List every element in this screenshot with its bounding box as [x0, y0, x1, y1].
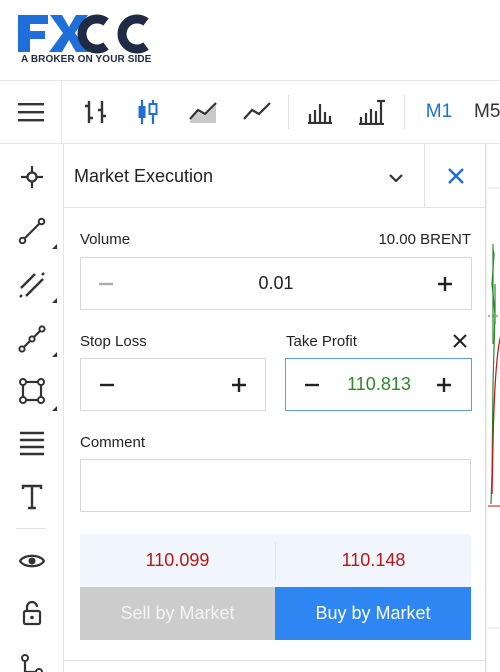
volume-input[interactable]: 0.01	[141, 273, 411, 294]
brand-tagline: A BROKER ON YOUR SIDE	[21, 54, 152, 65]
panel-divider	[64, 660, 486, 661]
clear-take-profit-icon[interactable]	[452, 333, 468, 349]
toolbar-divider	[404, 95, 405, 129]
plus-icon[interactable]	[435, 274, 455, 294]
take-profit-input[interactable]: 110.813	[332, 374, 426, 395]
polyline-icon[interactable]	[0, 314, 64, 364]
toolbar-divider	[288, 95, 289, 129]
close-button[interactable]	[424, 144, 486, 208]
sidebar-divider	[16, 528, 46, 529]
trading-app: A BROKER ON YOUR SIDE M1 M5 Market Execu…	[0, 0, 500, 672]
minus-icon[interactable]	[96, 274, 116, 294]
plus-icon[interactable]	[434, 375, 454, 395]
chart-area[interactable]	[486, 144, 500, 672]
lock-icon[interactable]	[0, 588, 64, 638]
shapes-icon[interactable]	[0, 366, 64, 416]
eye-icon[interactable]	[0, 536, 64, 586]
volume-stepper: 0.01	[80, 257, 472, 310]
ask-price: 110.148	[341, 550, 406, 570]
stop-loss-label: Stop Loss	[80, 333, 147, 350]
stop-loss-stepper	[80, 358, 266, 411]
trend-line-icon[interactable]	[0, 206, 64, 256]
timeframe-m5[interactable]: M5	[474, 81, 500, 143]
area-chart-icon[interactable]	[182, 81, 224, 143]
fibonacci-icon[interactable]	[0, 418, 64, 468]
plus-icon[interactable]	[229, 375, 249, 395]
minus-icon[interactable]	[302, 375, 322, 395]
volume-label: Volume	[80, 231, 131, 248]
execution-mode-select[interactable]: Market Execution	[74, 166, 213, 187]
text-icon[interactable]	[0, 472, 64, 522]
order-panel-header: Market Execution	[64, 144, 486, 208]
line-chart-icon[interactable]	[236, 81, 278, 143]
price-quotes: 110.099 110.148	[80, 534, 471, 588]
sell-by-market-button[interactable]: Sell by Market	[80, 587, 275, 640]
bid-price: 110.099	[145, 550, 210, 570]
indicators-icon[interactable]	[352, 81, 392, 143]
minus-icon[interactable]	[97, 375, 117, 395]
channel-icon[interactable]	[0, 260, 64, 310]
buy-by-market-button[interactable]: Buy by Market	[275, 587, 471, 640]
take-profit-stepper: 110.813	[285, 358, 472, 411]
drawing-tools-sidebar	[0, 144, 64, 672]
close-icon	[447, 168, 464, 184]
comment-field[interactable]	[80, 459, 471, 512]
candlestick-chart-icon[interactable]	[128, 81, 168, 143]
timeframe-m1[interactable]: M1	[418, 81, 460, 143]
volume-info: 10.00 BRENT	[378, 231, 471, 248]
crosshair-icon[interactable]	[0, 152, 64, 202]
tree-icon[interactable]	[0, 640, 64, 672]
app-header: A BROKER ON YOUR SIDE	[0, 0, 500, 80]
volume-indicator-icon[interactable]	[300, 81, 340, 143]
chart-toolbar: M1 M5	[0, 80, 500, 144]
hamburger-icon[interactable]	[0, 81, 62, 143]
take-profit-label: Take Profit	[286, 333, 357, 350]
bar-chart-icon[interactable]	[76, 81, 116, 143]
chevron-down-icon[interactable]	[386, 168, 406, 188]
order-panel: Market Execution Volume 10.00 BRENT 0.01…	[64, 144, 486, 672]
comment-label: Comment	[80, 434, 146, 451]
